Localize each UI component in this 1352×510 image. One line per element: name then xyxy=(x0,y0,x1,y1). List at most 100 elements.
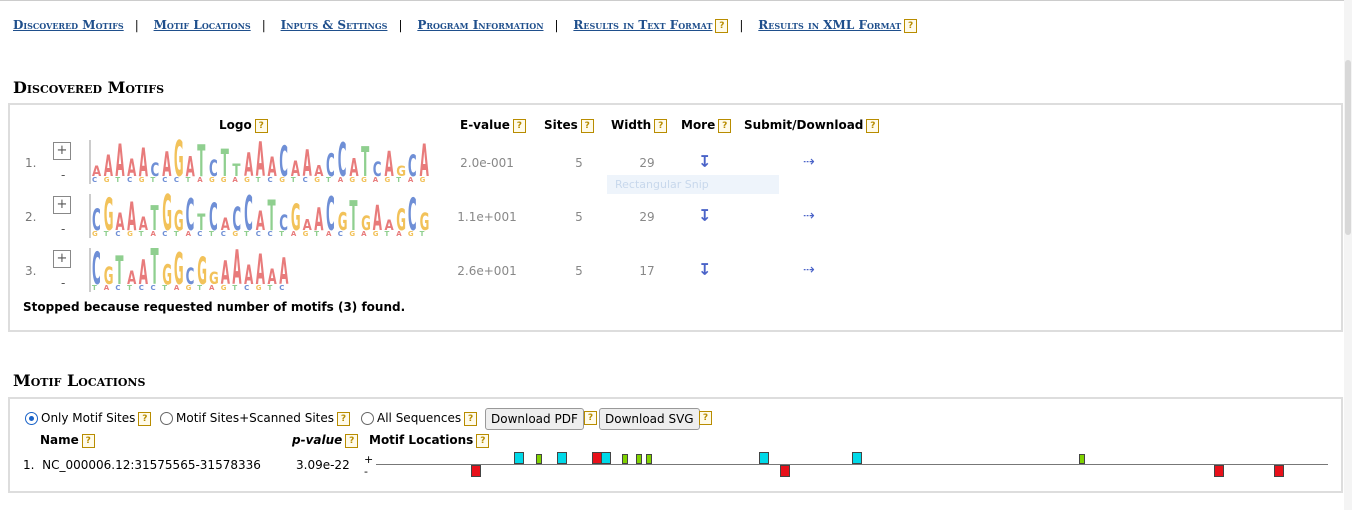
motif-site-block[interactable] xyxy=(635,454,642,464)
help-icon[interactable]: ? xyxy=(512,118,526,133)
logo-letter-minor: C xyxy=(338,230,343,238)
more-info-icon[interactable]: ↧ xyxy=(698,260,711,279)
radio-icon[interactable] xyxy=(361,412,374,425)
locations-header: Motif Locations? xyxy=(369,433,490,448)
logo-letter-minor: G xyxy=(209,176,215,184)
collapse-label: - xyxy=(61,276,66,290)
logo-letter-minor: T xyxy=(232,284,237,292)
motif-site-block[interactable] xyxy=(759,452,770,464)
logo-letter-minor: C xyxy=(244,284,249,292)
motif-site-block[interactable] xyxy=(852,452,862,464)
motif-site-block[interactable] xyxy=(1273,465,1284,477)
help-icon[interactable]: ? xyxy=(580,118,594,133)
sequence-line xyxy=(376,464,1328,465)
help-icon[interactable]: ? xyxy=(345,433,359,448)
logo-letter-minor: T xyxy=(174,230,179,238)
scrollbar-thumb[interactable] xyxy=(1345,60,1351,235)
logo-letter-minor: T xyxy=(279,230,284,238)
motif-logo[interactable]: AC AG AT AC AG CT AC GC AT TA CG TG TA AG AT AC CG AT AC AG… xyxy=(84,136,436,188)
submit-download-icon[interactable]: ⇢ xyxy=(803,262,815,278)
collapse-label: - xyxy=(61,168,66,182)
logo-letter-minor: A xyxy=(174,284,180,292)
motif-site-block[interactable] xyxy=(1214,465,1225,477)
motif-logo[interactable]: CT GA TC AT AC TC GT GA CG GT GA AG AT AC AG AT AC xyxy=(84,244,436,296)
nav-results-text[interactable]: Results in Text Format xyxy=(573,18,712,32)
logo-letter-minor: A xyxy=(104,284,110,292)
help-icon[interactable]: ? xyxy=(337,411,351,426)
sequence-pvalue: 3.09e-22 xyxy=(296,458,350,472)
submit-download-icon[interactable]: ⇢ xyxy=(803,154,815,170)
nav-results-xml[interactable]: Results in XML Format xyxy=(758,18,901,32)
logo-letter-minor: A xyxy=(361,230,367,238)
submit-download-icon[interactable]: ⇢ xyxy=(803,208,815,224)
logo-letter-minor: T xyxy=(314,230,319,238)
logo-letter-minor: T xyxy=(151,176,156,184)
logo-letter-minor: T xyxy=(115,176,120,184)
help-icon[interactable]: ? xyxy=(866,118,880,133)
nav-discovered-motifs[interactable]: Discovered Motifs xyxy=(13,18,124,32)
logo-letter-minor: G xyxy=(139,176,145,184)
download-pdf-button[interactable]: Download PDF xyxy=(485,408,584,430)
logo-letter-minor: A xyxy=(151,230,157,238)
help-icon[interactable]: ? xyxy=(715,18,729,33)
logo-letter-minor: T xyxy=(420,230,425,238)
expand-button[interactable]: + xyxy=(53,250,71,268)
radio-selected-icon[interactable] xyxy=(25,412,38,425)
option-only-motif-sites[interactable]: Only Motif Sites? xyxy=(25,411,152,426)
help-icon[interactable]: ? xyxy=(699,411,712,425)
help-icon[interactable]: ? xyxy=(718,118,732,133)
download-svg-button[interactable]: Download SVG xyxy=(599,408,700,430)
motif-site-block[interactable] xyxy=(645,454,652,464)
motif-site-block[interactable] xyxy=(779,465,790,477)
sequence-name: 1. NC_000006.12:31575565-31578336 xyxy=(23,458,261,472)
logo-letter-minor: A xyxy=(326,230,332,238)
option-all-sequences[interactable]: All Sequences? xyxy=(361,411,478,426)
logo-letter-minor: A xyxy=(338,176,344,184)
sites-header: Sites? xyxy=(544,118,594,133)
expand-button[interactable]: + xyxy=(53,196,71,214)
motif-site-block[interactable] xyxy=(470,465,481,477)
motif-site-block[interactable] xyxy=(1079,454,1086,464)
name-header: Name? xyxy=(40,433,95,448)
motif-site-block[interactable] xyxy=(556,452,567,464)
radio-icon[interactable] xyxy=(160,412,173,425)
nav-program-information[interactable]: Program Information xyxy=(417,18,543,32)
motif-site-block[interactable] xyxy=(535,454,542,464)
more-info-icon[interactable]: ↧ xyxy=(698,152,711,171)
motif-logo[interactable]: CG GT AC AG AT TA GC GT CA TC CT AC CG CT AC TC CT GA AG AT… xyxy=(84,190,436,242)
logo-letter-minor: T xyxy=(186,176,191,184)
help-icon[interactable]: ? xyxy=(654,118,668,133)
logo-letter-minor: C xyxy=(151,284,156,292)
help-icon[interactable]: ? xyxy=(904,18,918,33)
option-motif-scanned-sites[interactable]: Motif Sites+Scanned Sites? xyxy=(160,411,351,426)
more-header: More? xyxy=(681,118,732,133)
logo-letter-minor: C xyxy=(174,176,179,184)
help-icon[interactable]: ? xyxy=(476,433,490,448)
help-icon[interactable]: ? xyxy=(138,411,152,426)
logo-letter-minor: G xyxy=(385,176,391,184)
logo-letter-minor: T xyxy=(197,284,202,292)
stop-reason: Stopped because requested number of moti… xyxy=(23,300,406,314)
motif-site-block[interactable] xyxy=(513,452,524,464)
motif-sites: 5 xyxy=(575,156,583,170)
help-icon[interactable]: ? xyxy=(254,118,268,133)
help-icon[interactable]: ? xyxy=(81,433,95,448)
help-icon[interactable]: ? xyxy=(584,411,597,425)
logo-letter-minor: A xyxy=(291,230,297,238)
logo-letter-minor: C xyxy=(268,176,273,184)
logo-letter-minor: G xyxy=(244,176,250,184)
help-icon[interactable]: ? xyxy=(464,411,478,426)
submit-download-header: Submit/Download? xyxy=(744,118,880,133)
motif-site-block[interactable] xyxy=(601,452,612,464)
expand-button[interactable]: + xyxy=(53,142,71,160)
motif-site-block[interactable] xyxy=(621,454,628,464)
logo-letter-minor: C xyxy=(127,176,132,184)
more-info-icon[interactable]: ↧ xyxy=(698,206,711,225)
logo-letter-minor: G xyxy=(303,230,309,238)
logo-letter-minor: C xyxy=(256,230,261,238)
nav-inputs-settings[interactable]: Inputs & Settings xyxy=(281,18,388,32)
nav-motif-locations[interactable]: Motif Locations xyxy=(154,18,251,32)
logo-letter-minor: G xyxy=(256,284,262,292)
motif-evalue: 2.0e-001 xyxy=(460,156,514,170)
logo-letter-minor: T xyxy=(244,230,249,238)
